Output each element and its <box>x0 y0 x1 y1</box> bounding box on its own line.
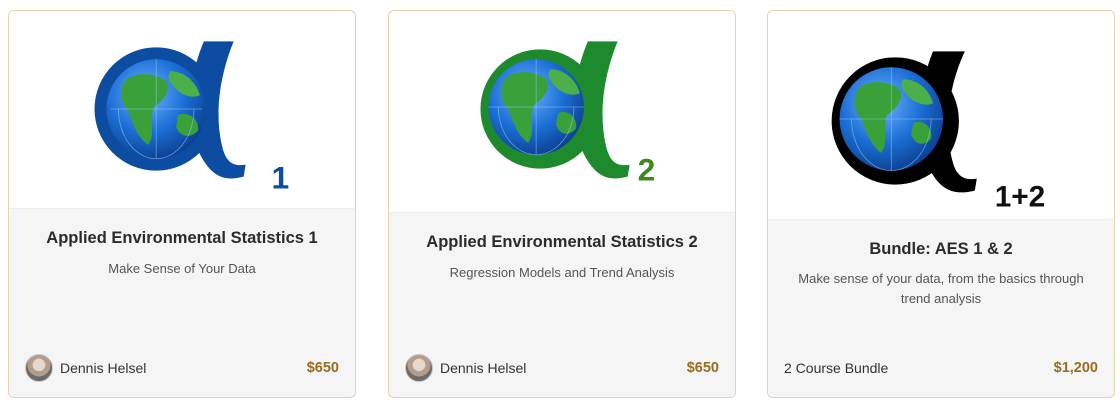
course-subtitle: Make sense of your data, from the basics… <box>798 271 1084 306</box>
course-price: $650 <box>686 360 719 376</box>
alpha-globe-logo-icon: 1+2 <box>831 51 1046 213</box>
course-title[interactable]: Applied Environmental Statistics 1 <box>9 229 355 248</box>
course-title[interactable]: Applied Environmental Statistics 2 <box>389 233 735 252</box>
author-info: Dennis Helsel <box>25 353 146 383</box>
bundle-label: 2 Course Bundle <box>784 360 889 376</box>
card-footer: Dennis Helsel $650 <box>405 353 719 383</box>
author-avatar <box>405 354 433 382</box>
logo-subscript: 1+2 <box>995 180 1046 213</box>
course-price: $650 <box>306 360 339 376</box>
logo-subscript: 1 <box>271 160 289 196</box>
card-footer: Dennis Helsel $650 <box>25 353 339 383</box>
course-logo[interactable]: 1+2 <box>768 11 1114 220</box>
course-price: $1,200 <box>1053 360 1098 376</box>
author-name: Dennis Helsel <box>60 360 147 376</box>
course-title[interactable]: Bundle: AES 1 & 2 <box>768 240 1114 259</box>
course-subtitle: Regression Models and Trend Analysis <box>449 265 675 280</box>
author-avatar <box>25 354 53 382</box>
alpha-globe-logo-icon: 2 <box>480 41 656 188</box>
card-footer: 2 Course Bundle $1,200 <box>784 353 1098 383</box>
logo-subscript: 2 <box>638 152 656 188</box>
course-card-aes1[interactable]: 1 Applied Environmental Statistics 1 Mak… <box>8 10 356 398</box>
author-name: Dennis Helsel <box>440 360 527 376</box>
alpha-globe-logo-icon: 1 <box>94 41 289 196</box>
course-card-bundle[interactable]: 1+2 Bundle: AES 1 & 2 Make sense of your… <box>767 10 1115 398</box>
course-subtitle: Make Sense of Your Data <box>108 261 256 276</box>
course-logo[interactable]: 2 <box>389 11 735 213</box>
course-logo[interactable]: 1 <box>9 11 355 209</box>
course-card-aes2[interactable]: 2 Applied Environmental Statistics 2 Reg… <box>388 10 736 398</box>
author-info: Dennis Helsel <box>405 353 526 383</box>
